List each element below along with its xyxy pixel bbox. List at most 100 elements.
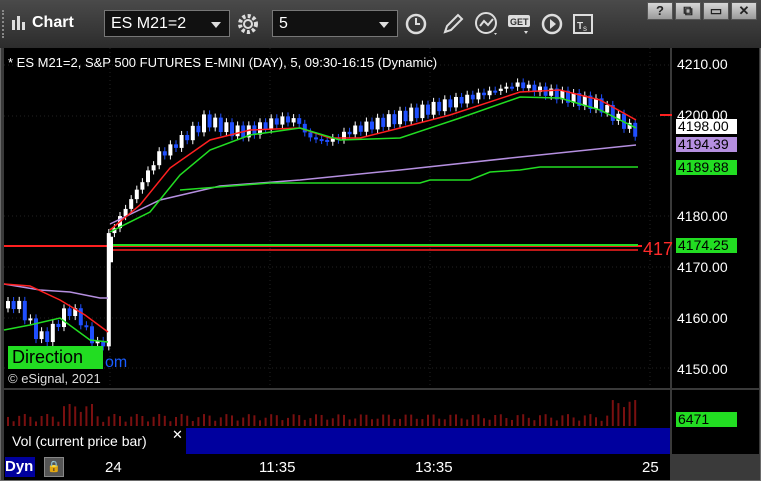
candle-body	[437, 101, 442, 112]
candle-body	[263, 122, 268, 130]
volume-bar	[113, 414, 116, 426]
volume-bar	[578, 420, 581, 426]
close-icon[interactable]: ✕	[172, 427, 183, 443]
volume-bar	[141, 415, 144, 426]
candle-body	[526, 84, 531, 89]
volume-bar	[488, 419, 491, 426]
candle-body	[498, 88, 503, 91]
candle-body	[196, 125, 201, 133]
volume-bar	[281, 420, 284, 426]
volume-bar	[259, 420, 261, 426]
direction-badge: Direction	[8, 346, 103, 369]
volume-bar	[147, 421, 149, 426]
volume-bar	[611, 400, 614, 426]
volume-bar	[309, 418, 312, 426]
candle-body	[291, 118, 296, 123]
candle-body	[325, 140, 330, 143]
volume-bar	[40, 416, 43, 426]
candle-body	[6, 301, 10, 309]
volume-bar	[600, 420, 603, 426]
volume-bar	[438, 418, 441, 426]
candle-body	[162, 151, 167, 156]
volume-bar	[96, 416, 99, 426]
candle-body	[190, 125, 195, 141]
volume-bar	[399, 418, 401, 426]
volume-bar	[511, 419, 513, 426]
candle-body	[364, 121, 369, 132]
volume-bar	[51, 416, 54, 426]
candle-body	[274, 118, 279, 125]
volume-bar	[287, 417, 289, 426]
support-level-label: 4174.25	[676, 238, 737, 253]
volume-bar	[343, 414, 345, 426]
candle-body	[482, 92, 486, 96]
volume-study-tab[interactable]: Vol (current price bar)	[4, 428, 186, 454]
volume-bar	[365, 414, 368, 426]
volume-bar	[124, 421, 127, 426]
volume-bar	[393, 419, 396, 426]
volume-bar	[225, 414, 228, 426]
volume-bar	[466, 419, 469, 426]
candle-body	[207, 114, 212, 128]
volume-bar	[539, 415, 541, 426]
volume-bar	[628, 401, 631, 426]
lock-icon[interactable]: 🔒	[44, 457, 64, 477]
candle-body	[420, 104, 425, 119]
volume-bar	[477, 414, 480, 426]
candle-body	[179, 135, 184, 148]
time-tick: 11:35	[259, 459, 296, 476]
candle-body	[235, 125, 240, 137]
volume-bar	[130, 416, 133, 426]
volume-bar	[533, 420, 536, 426]
candle-body	[50, 323, 55, 343]
volume-bar	[163, 415, 166, 426]
volume-bar	[180, 414, 183, 426]
volume-bar	[292, 414, 295, 426]
direction-overflow-text: om	[105, 354, 128, 371]
volume-bar	[79, 411, 82, 426]
volume-bar	[471, 414, 474, 426]
volume-bar	[460, 418, 463, 426]
candle-body	[381, 117, 386, 127]
candle-body	[431, 101, 436, 115]
candle-body	[409, 107, 414, 122]
candle-body	[633, 122, 638, 137]
volume-bar	[634, 400, 637, 426]
volume-bar	[404, 414, 407, 426]
green-level-label: 4189.88	[676, 160, 737, 175]
volume-bar	[567, 414, 569, 426]
volume-bar	[550, 417, 553, 426]
volume-bar	[236, 420, 239, 426]
dynamic-toggle[interactable]: Dyn	[5, 457, 35, 477]
candle-body	[174, 144, 178, 148]
volume-bar	[544, 414, 547, 426]
volume-bar	[85, 406, 88, 426]
vwap-price-label: 4194.39	[676, 137, 737, 152]
candle-body	[67, 308, 72, 317]
price-tick: 4170.00	[677, 259, 728, 275]
study-bar	[186, 428, 670, 454]
candle-body	[11, 301, 16, 310]
volume-bar	[449, 414, 452, 426]
candle-body	[398, 110, 402, 125]
volume-bar	[415, 418, 418, 426]
volume-bar	[561, 415, 564, 426]
candle-body	[157, 151, 162, 166]
candle-body	[392, 114, 397, 125]
volume-bar	[589, 414, 592, 426]
volume-bar	[23, 414, 26, 426]
volume-bar	[158, 414, 161, 426]
volume-bar	[337, 414, 340, 426]
candle-body	[140, 182, 145, 190]
volume-bar	[572, 417, 575, 426]
candle-body	[308, 132, 313, 138]
candle-body	[605, 104, 610, 113]
candle-body	[185, 135, 190, 141]
volume-bar	[12, 421, 15, 426]
volume-bar	[483, 418, 485, 426]
green-level-line	[179, 166, 638, 191]
candle-body	[22, 300, 27, 321]
candle-body	[314, 137, 318, 140]
candle-body	[521, 82, 526, 89]
candle-body	[302, 123, 307, 133]
